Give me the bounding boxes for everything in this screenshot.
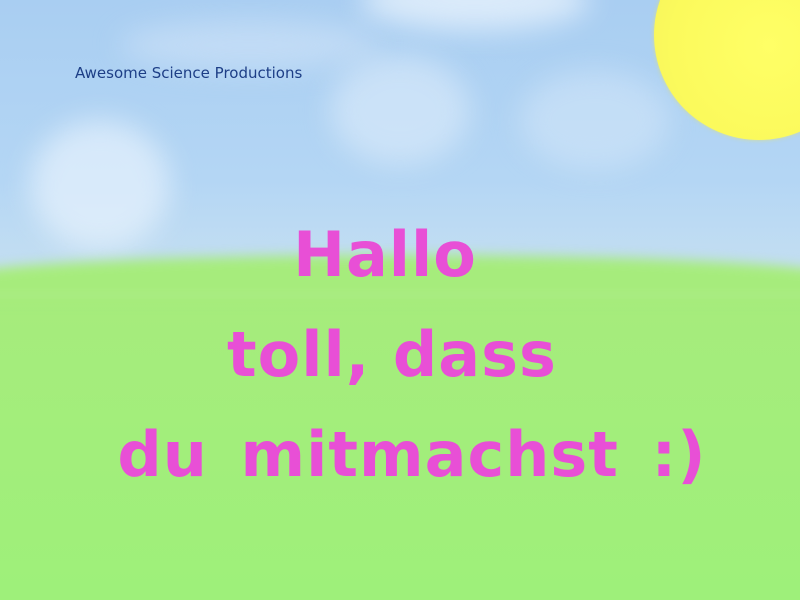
sun-icon — [654, 0, 800, 140]
greeting-line-1: Hallo — [293, 218, 477, 291]
scene: Awesome Science Productions Hallo toll, … — [0, 0, 800, 600]
cloud — [330, 55, 470, 165]
greeting-message: Hallo toll, dass du mitmachst :) — [0, 205, 800, 505]
greeting-line-2: toll, dass — [227, 318, 557, 391]
cloud — [360, 0, 590, 30]
cloud — [520, 70, 670, 170]
greeting-line-3: du mitmachst :) — [117, 418, 707, 491]
credit-text: Awesome Science Productions — [75, 64, 303, 82]
cloud — [120, 20, 380, 70]
